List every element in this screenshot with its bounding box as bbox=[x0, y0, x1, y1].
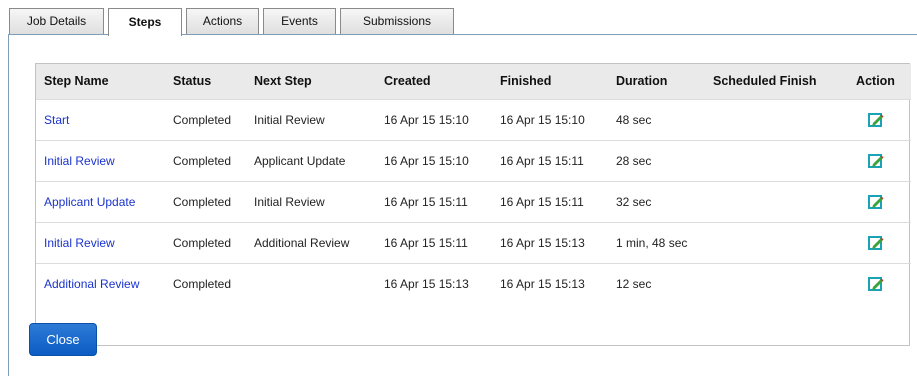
table-row: Applicant Update Completed Initial Revie… bbox=[36, 181, 911, 223]
edit-icon[interactable] bbox=[867, 276, 884, 292]
scheduled-finish-cell bbox=[705, 181, 840, 223]
edit-icon[interactable] bbox=[867, 194, 884, 210]
status-cell: Completed bbox=[173, 276, 232, 291]
close-button[interactable]: Close bbox=[29, 323, 97, 356]
finished-cell: 16 Apr 15 15:13 bbox=[500, 276, 585, 291]
column-header-created[interactable]: Created bbox=[376, 64, 492, 100]
status-cell: Completed bbox=[165, 99, 246, 141]
status-cell: Completed bbox=[165, 222, 246, 264]
finished-cell: 16 Apr 15 15:10 bbox=[492, 99, 608, 141]
created-cell: 16 Apr 15 15:11 bbox=[376, 222, 492, 264]
action-cell bbox=[840, 181, 911, 223]
scheduled-finish-cell bbox=[705, 99, 840, 141]
column-header-next-step[interactable]: Next Step bbox=[246, 64, 376, 100]
column-header-status[interactable]: Status bbox=[165, 64, 246, 100]
duration-cell: 28 sec bbox=[608, 140, 705, 182]
created-cell: 16 Apr 15 15:13 bbox=[384, 276, 469, 291]
table-row: Initial Review Completed Applicant Updat… bbox=[36, 140, 911, 182]
step-name-link[interactable]: Initial Review bbox=[36, 222, 165, 264]
next-step-cell: Initial Review bbox=[246, 99, 376, 141]
action-cell bbox=[840, 222, 911, 264]
steps-panel: Step Name Status Next Step Created Finis… bbox=[8, 34, 917, 376]
tab-actions[interactable]: Actions bbox=[186, 8, 259, 35]
finished-cell: 16 Apr 15 15:13 bbox=[492, 222, 608, 264]
next-step-cell: Additional Review bbox=[246, 222, 376, 264]
tab-submissions[interactable]: Submissions bbox=[340, 8, 454, 35]
tab-bar: Job Details Steps Actions Events Submiss… bbox=[0, 8, 917, 36]
edit-icon[interactable] bbox=[867, 153, 884, 169]
table-row: Start Completed Initial Review 16 Apr 15… bbox=[36, 99, 911, 141]
next-step-cell: Initial Review bbox=[246, 181, 376, 223]
step-name-link[interactable]: Initial Review bbox=[36, 140, 165, 182]
job-dialog: Job Details Steps Actions Events Submiss… bbox=[0, 0, 917, 376]
column-header-action: Action bbox=[840, 64, 911, 100]
edit-icon[interactable] bbox=[867, 235, 884, 251]
table-row: Initial Review Completed Additional Revi… bbox=[36, 222, 911, 264]
steps-grid: Step Name Status Next Step Created Finis… bbox=[35, 63, 911, 346]
column-header-scheduled-finish[interactable]: Scheduled Finish bbox=[705, 64, 840, 100]
duration-cell: 12 sec bbox=[616, 276, 652, 291]
duration-cell: 48 sec bbox=[608, 99, 705, 141]
scheduled-finish-cell bbox=[705, 140, 840, 182]
edit-icon[interactable] bbox=[867, 112, 884, 128]
scheduled-finish-cell bbox=[705, 222, 840, 264]
duration-cell: 32 sec bbox=[608, 181, 705, 223]
table-row: Additional Review Completed 16 Apr 15 15… bbox=[36, 263, 911, 304]
tab-events[interactable]: Events bbox=[263, 8, 336, 35]
scheduled-finish-cell bbox=[705, 263, 840, 304]
step-name-link[interactable]: Additional Review bbox=[36, 263, 165, 304]
column-header-step-name[interactable]: Step Name bbox=[36, 64, 165, 100]
column-header-duration[interactable]: Duration bbox=[608, 64, 705, 100]
step-name-link[interactable]: Start bbox=[36, 99, 165, 141]
action-cell bbox=[840, 140, 911, 182]
created-cell: 16 Apr 15 15:10 bbox=[376, 140, 492, 182]
step-name-link[interactable]: Applicant Update bbox=[36, 181, 165, 223]
action-cell bbox=[840, 99, 911, 141]
finished-cell: 16 Apr 15 15:11 bbox=[492, 140, 608, 182]
status-cell: Completed bbox=[165, 181, 246, 223]
created-cell: 16 Apr 15 15:10 bbox=[376, 99, 492, 141]
column-header-finished[interactable]: Finished bbox=[492, 64, 608, 100]
tab-steps[interactable]: Steps bbox=[108, 8, 182, 36]
table-header-row: Step Name Status Next Step Created Finis… bbox=[36, 64, 911, 100]
next-step-cell: Applicant Update bbox=[246, 140, 376, 182]
finished-cell: 16 Apr 15 15:11 bbox=[492, 181, 608, 223]
duration-cell: 1 min, 48 sec bbox=[608, 222, 705, 264]
steps-table: Step Name Status Next Step Created Finis… bbox=[36, 64, 911, 304]
status-cell: Completed bbox=[165, 140, 246, 182]
next-step-cell bbox=[246, 263, 376, 304]
action-cell bbox=[840, 263, 911, 304]
tab-job-details[interactable]: Job Details bbox=[9, 8, 104, 35]
created-cell: 16 Apr 15 15:11 bbox=[376, 181, 492, 223]
